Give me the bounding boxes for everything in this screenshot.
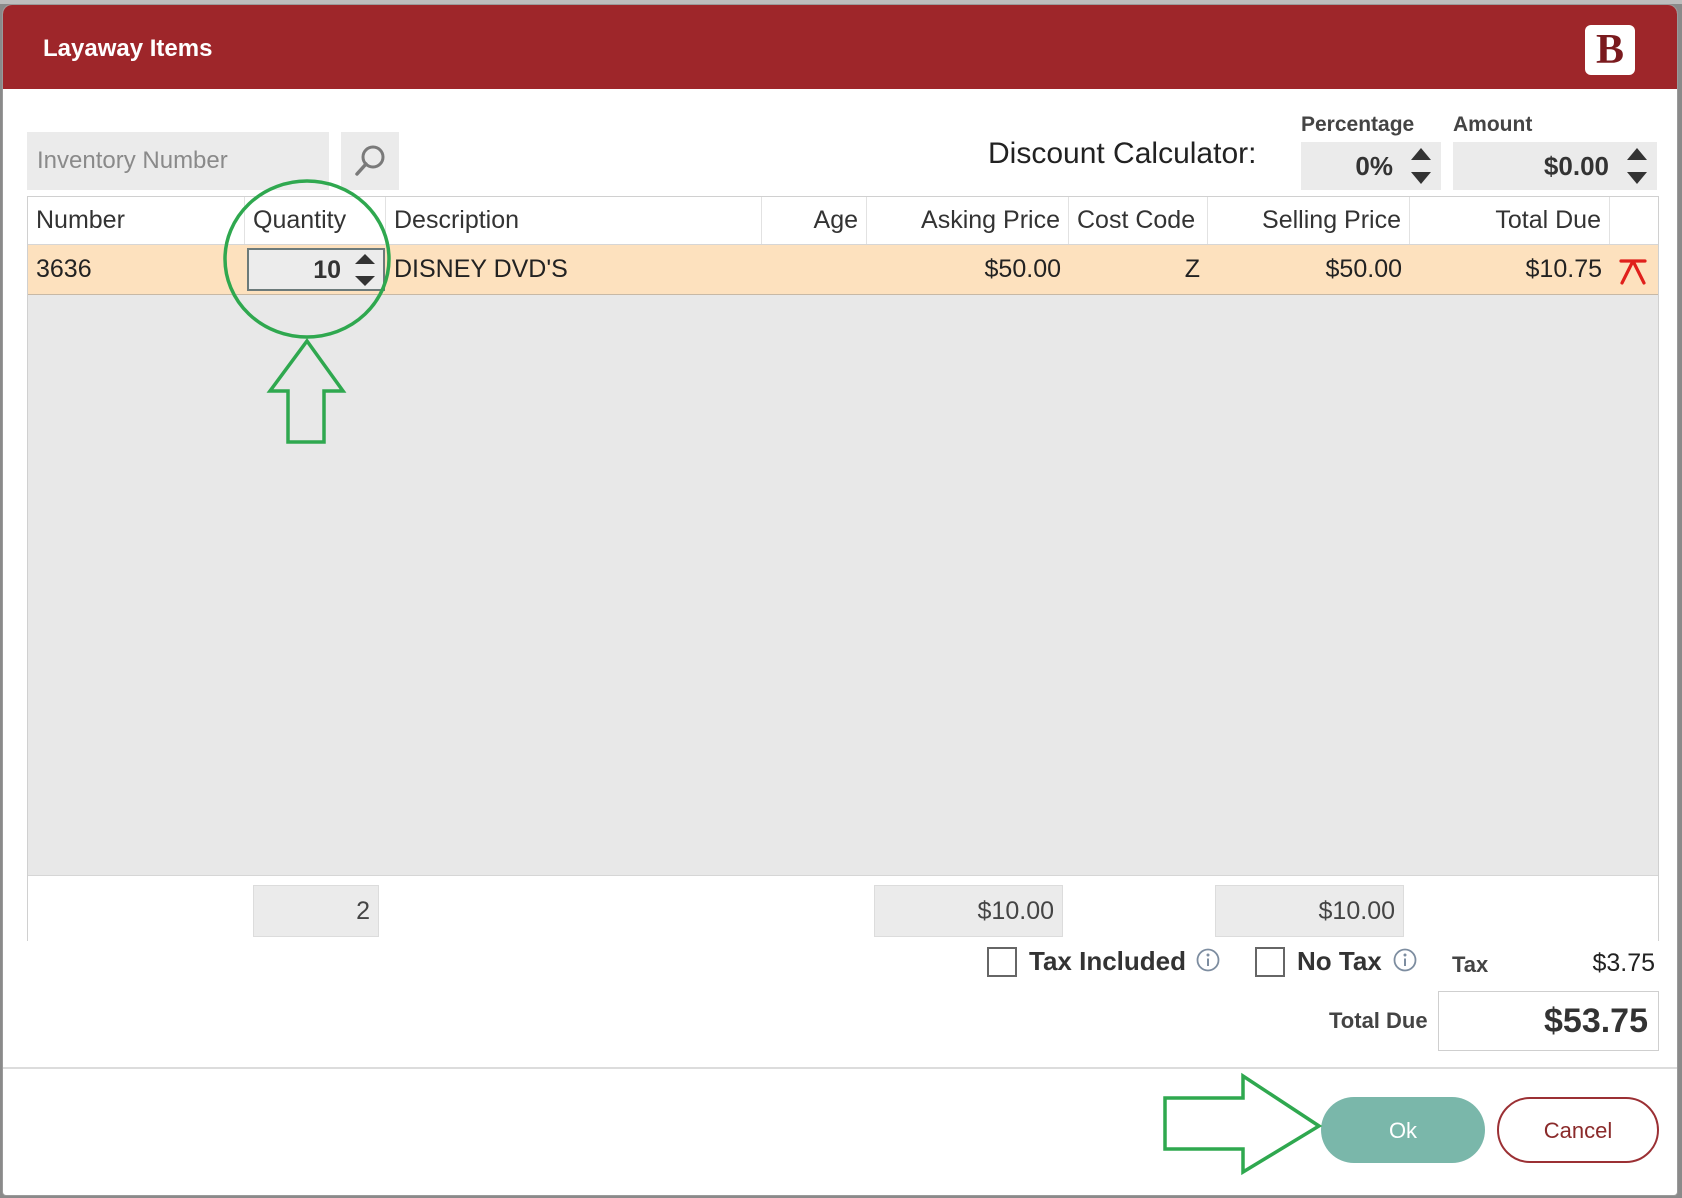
decrement-icon[interactable] xyxy=(355,276,375,286)
total-asking-price: $10.00 xyxy=(874,885,1063,937)
cell-asking-price: $50.00 xyxy=(984,255,1061,283)
column-header-total-due[interactable]: Total Due xyxy=(1410,197,1610,244)
column-header-description[interactable]: Description xyxy=(386,197,762,244)
title-bar: Layaway Items B xyxy=(3,5,1677,89)
quantity-stepper[interactable]: 10 xyxy=(247,248,385,291)
total-quantity: 2 xyxy=(253,885,379,937)
tax-included-checkbox[interactable] xyxy=(987,947,1017,977)
grid-footer: 2 $10.00 $10.00 xyxy=(28,875,1658,942)
percentage-label: Percentage xyxy=(1301,113,1415,136)
app-logo: B xyxy=(1585,25,1635,75)
search-icon xyxy=(355,145,385,176)
discount-calculator-label: Discount Calculator: xyxy=(988,137,1257,170)
tax-included-label[interactable]: Tax Included xyxy=(1029,946,1186,977)
amount-label: Amount xyxy=(1453,113,1533,136)
amount-spin-arrows[interactable] xyxy=(1625,148,1647,184)
decrement-icon[interactable] xyxy=(1411,172,1431,184)
tax-label: Tax xyxy=(1452,952,1489,977)
increment-icon[interactable] xyxy=(1411,148,1431,160)
items-grid: Number Quantity Description Age Asking P… xyxy=(27,196,1659,942)
increment-icon[interactable] xyxy=(1627,148,1647,160)
column-header-actions xyxy=(1610,197,1658,244)
delete-row-icon[interactable] xyxy=(1618,255,1648,285)
column-header-cost-code[interactable]: Cost Code xyxy=(1069,197,1208,244)
cell-cost-code: Z xyxy=(1184,255,1200,283)
column-header-quantity[interactable]: Quantity xyxy=(245,197,386,244)
cell-total-due: $10.75 xyxy=(1525,255,1602,283)
amount-stepper[interactable]: $0.00 xyxy=(1453,142,1657,190)
decrement-icon[interactable] xyxy=(1627,172,1647,184)
ok-button[interactable]: Ok xyxy=(1321,1097,1485,1163)
percentage-value: 0% xyxy=(1355,151,1393,181)
info-icon[interactable] xyxy=(1393,948,1417,972)
search-button[interactable] xyxy=(341,132,399,190)
grid-header: Number Quantity Description Age Asking P… xyxy=(28,197,1658,245)
cell-number: 3636 xyxy=(36,255,92,283)
no-tax-checkbox[interactable] xyxy=(1255,947,1285,977)
divider xyxy=(3,1067,1677,1069)
amount-value: $0.00 xyxy=(1543,151,1609,181)
table-row[interactable]: 3636 10 DISNEY DVD'S $50.00 Z $50.00 $10… xyxy=(28,245,1658,295)
quantity-spin-arrows[interactable] xyxy=(353,254,375,286)
cell-selling-price: $50.00 xyxy=(1325,255,1402,283)
tax-value: $3.75 xyxy=(1592,949,1655,977)
quantity-value[interactable]: 10 xyxy=(313,256,341,285)
column-header-age[interactable]: Age xyxy=(762,197,867,244)
cell-description: DISNEY DVD'S xyxy=(394,255,568,283)
cell-age xyxy=(762,245,867,294)
percentage-stepper[interactable]: 0% xyxy=(1301,142,1441,190)
column-header-selling-price[interactable]: Selling Price xyxy=(1208,197,1410,244)
no-tax-label[interactable]: No Tax xyxy=(1297,946,1382,977)
total-due-value: $53.75 xyxy=(1438,991,1659,1051)
increment-icon[interactable] xyxy=(355,254,375,264)
percentage-spin-arrows[interactable] xyxy=(1409,148,1431,184)
layaway-items-dialog: Layaway Items B Discount Calculator: Per… xyxy=(2,4,1678,1196)
column-header-number[interactable]: Number xyxy=(28,197,245,244)
dialog-title: Layaway Items xyxy=(43,35,213,62)
total-selling-price: $10.00 xyxy=(1215,885,1404,937)
grid-empty-area xyxy=(28,295,1658,875)
total-due-label: Total Due xyxy=(1329,1008,1428,1033)
inventory-number-input[interactable] xyxy=(27,132,329,190)
info-icon[interactable] xyxy=(1196,948,1220,972)
column-header-asking-price[interactable]: Asking Price xyxy=(867,197,1069,244)
cancel-button[interactable]: Cancel xyxy=(1497,1097,1659,1163)
